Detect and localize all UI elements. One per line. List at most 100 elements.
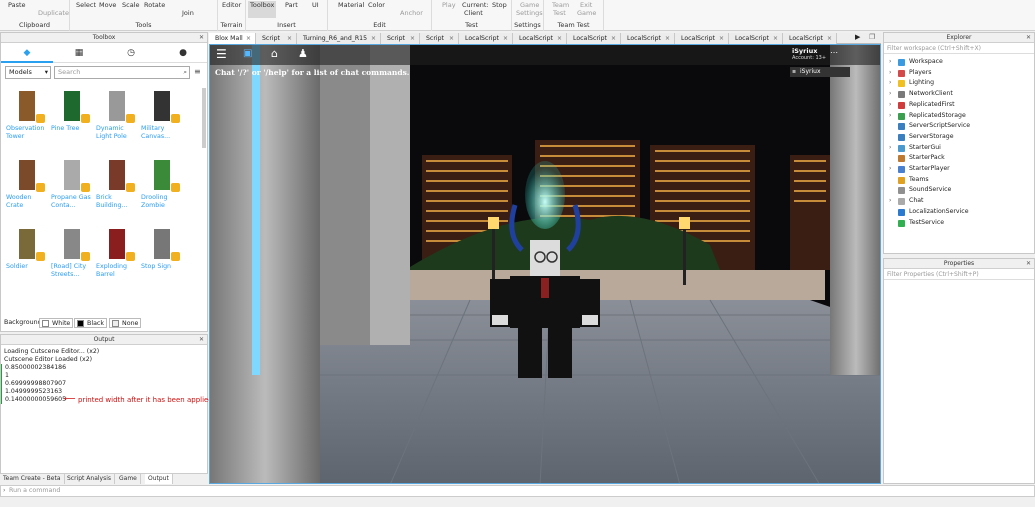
expand-arrow-icon[interactable]: ›	[889, 89, 891, 100]
explorer-filter-input[interactable]: Filter workspace (Ctrl+Shift+X)	[884, 43, 1034, 54]
tab-localscript[interactable]: LocalScript ×	[675, 33, 729, 44]
rotate-button[interactable]: Rotate	[144, 1, 165, 9]
explorer-item[interactable]: TestService	[884, 218, 1034, 229]
emote-icon[interactable]: ♟	[298, 47, 308, 60]
expand-arrow-icon[interactable]: ›	[889, 78, 891, 89]
expand-arrow-icon[interactable]: ›	[889, 68, 891, 79]
explorer-item[interactable]: › Chat	[884, 196, 1034, 207]
part-button[interactable]: Part	[285, 1, 298, 9]
tab-script[interactable]: Script ×	[420, 33, 459, 44]
toolbox-item[interactable]: Soldier	[4, 223, 50, 271]
toolbox-scrollbar[interactable]	[202, 88, 206, 148]
tab-localscript[interactable]: LocalScript ×	[567, 33, 621, 44]
game-settings-label-1[interactable]: Game	[520, 1, 539, 9]
explorer-item[interactable]: ServerScriptService	[884, 121, 1034, 132]
more-options-icon[interactable]: ⋯	[830, 48, 838, 57]
close-icon[interactable]: ×	[503, 33, 508, 44]
material-button[interactable]: Material	[338, 1, 364, 9]
chat-icon[interactable]: ▣	[243, 48, 252, 59]
backpack-icon[interactable]: ⌂	[271, 47, 278, 60]
close-icon[interactable]: ✕	[1026, 259, 1031, 269]
tab-turning-r6-r15[interactable]: Turning_R6_and_R15 ×	[297, 33, 381, 44]
terrain-editor-button[interactable]: Editor	[222, 1, 241, 9]
tab-localscript[interactable]: LocalScript ×	[621, 33, 675, 44]
close-icon[interactable]: ×	[410, 33, 415, 44]
close-icon[interactable]: ✕	[199, 33, 204, 43]
tab-team-create[interactable]: Team Create - Beta	[0, 474, 65, 484]
game-viewport[interactable]: ☰ ▣ ⌂ ♟ Chat '/?' or '/help' for a list …	[209, 44, 881, 484]
toolbox-item[interactable]: Stop Sign	[139, 223, 185, 271]
color-button[interactable]: Color	[368, 1, 385, 9]
toolbox-item[interactable]: Propane Gas Conta...	[49, 154, 95, 210]
close-icon[interactable]: ×	[719, 33, 724, 44]
tab-script-analysis[interactable]: Script Analysis	[64, 474, 116, 484]
explorer-item[interactable]: Teams	[884, 175, 1034, 186]
close-icon[interactable]: ×	[449, 33, 454, 44]
tab-output[interactable]: Output	[145, 474, 173, 484]
expand-arrow-icon[interactable]: ›	[889, 111, 891, 122]
command-bar[interactable]: › Run a command	[0, 485, 1035, 497]
explorer-item[interactable]: › StarterPlayer	[884, 164, 1034, 175]
restore-window-icon[interactable]: ❐	[869, 33, 875, 41]
expand-arrow-icon[interactable]: ›	[889, 57, 891, 68]
search-icon[interactable]: ⌕	[183, 67, 187, 78]
tab-localscript[interactable]: LocalScript ×	[513, 33, 567, 44]
explorer-item[interactable]: ServerStorage	[884, 132, 1034, 143]
tab-recent[interactable]: ◷	[105, 43, 157, 63]
join-button[interactable]: Join	[182, 9, 194, 17]
play-button[interactable]: Play	[442, 1, 456, 9]
close-icon[interactable]: ×	[611, 33, 616, 44]
toolbox-button[interactable]: Toolbox	[248, 1, 277, 18]
tab-script[interactable]: Script ×	[256, 33, 297, 44]
explorer-item[interactable]: › Players	[884, 68, 1034, 79]
toolbox-item[interactable]: [Road] City Streets...	[49, 223, 95, 279]
close-icon[interactable]: ✕	[1026, 33, 1031, 43]
explorer-item[interactable]: LocalizationService	[884, 207, 1034, 218]
game-settings-label-2[interactable]: Settings	[516, 9, 543, 17]
close-icon[interactable]: ×	[557, 33, 562, 44]
explorer-item[interactable]: › ReplicatedStorage	[884, 111, 1034, 122]
explorer-item[interactable]: SoundService	[884, 185, 1034, 196]
tab-inventory[interactable]: ▦	[53, 43, 105, 63]
toolbox-search-input[interactable]: Search ⌕	[54, 66, 190, 79]
current-client-label-2[interactable]: Client	[464, 9, 483, 17]
exit-game-label-2[interactable]: Game	[577, 9, 596, 17]
bg-none-button[interactable]: None	[109, 318, 142, 328]
filter-icon[interactable]: ≡	[194, 67, 201, 76]
toolbox-item[interactable]: Dynamic Light Pole	[94, 85, 140, 141]
paste-button[interactable]: Paste	[8, 1, 26, 9]
close-icon[interactable]: ×	[287, 33, 292, 44]
toolbox-item[interactable]: Drooling Zombie	[139, 154, 185, 210]
expand-arrow-icon[interactable]: ›	[889, 143, 891, 154]
player-list-entry[interactable]: ▪ iSyriux	[790, 67, 850, 77]
stop-button[interactable]: Stop	[492, 1, 507, 9]
close-icon[interactable]: ×	[665, 33, 670, 44]
close-icon[interactable]: ✕	[199, 335, 204, 345]
toolbox-item[interactable]: Brick Building...	[94, 154, 140, 210]
close-icon[interactable]: ×	[773, 33, 778, 44]
duplicate-button[interactable]: Duplicate	[38, 9, 69, 17]
bg-white-button[interactable]: White	[39, 318, 74, 328]
move-button[interactable]: Move	[99, 1, 116, 9]
tab-blox-mall[interactable]: Blox Mall ×	[209, 33, 256, 44]
tab-script[interactable]: Script ×	[381, 33, 420, 44]
toolbox-item[interactable]: Pine Tree	[49, 85, 95, 133]
team-test-label-2[interactable]: Test	[553, 9, 566, 17]
explorer-item[interactable]: › Lighting	[884, 78, 1034, 89]
scale-button[interactable]: Scale	[122, 1, 140, 9]
toolbox-item[interactable]: Observation Tower	[4, 85, 50, 141]
team-test-label-1[interactable]: Team	[552, 1, 569, 9]
exit-game-label-1[interactable]: Exit	[580, 1, 592, 9]
explorer-item[interactable]: › Workspace	[884, 57, 1034, 68]
tab-game[interactable]: Game	[116, 474, 141, 484]
explorer-item[interactable]: › StarterGui	[884, 143, 1034, 154]
expand-arrow-icon[interactable]: ›	[889, 164, 891, 175]
close-icon[interactable]: ×	[371, 33, 376, 44]
tab-creations[interactable]: ●	[157, 43, 209, 63]
close-icon[interactable]: ×	[827, 33, 832, 44]
bg-black-button[interactable]: Black	[74, 318, 108, 328]
explorer-item[interactable]: StarterPack	[884, 153, 1034, 164]
current-client-label-1[interactable]: Current:	[462, 1, 489, 9]
expand-arrow-icon[interactable]: ›	[889, 100, 891, 111]
tab-localscript[interactable]: LocalScript ×	[783, 33, 837, 44]
